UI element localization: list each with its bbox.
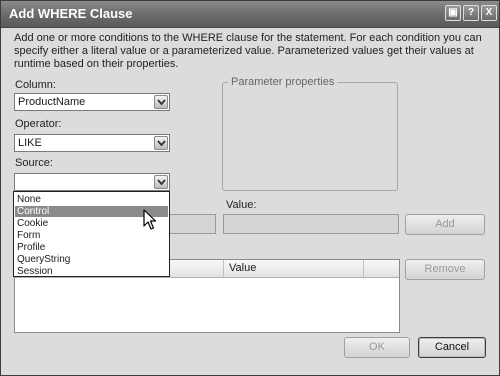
parameter-properties-title: Parameter properties <box>228 76 338 88</box>
column-header-value[interactable]: Value <box>224 260 364 277</box>
restore-button[interactable]: ▣ <box>445 5 461 21</box>
help-button[interactable]: ? <box>463 5 479 21</box>
operator-combo[interactable]: LIKE <box>14 134 170 152</box>
source-combo[interactable] <box>14 173 170 191</box>
value-field[interactable] <box>223 214 399 234</box>
column-value: ProductName <box>18 96 86 108</box>
chevron-down-icon[interactable] <box>154 136 168 150</box>
intro-text: Add one or more conditions to the WHERE … <box>14 32 482 70</box>
cancel-button[interactable]: Cancel <box>418 337 486 358</box>
window-title: Add WHERE Clause <box>9 6 133 21</box>
source-option-querystring[interactable]: QueryString <box>15 254 168 265</box>
operator-value: LIKE <box>18 137 42 149</box>
chevron-down-icon[interactable] <box>154 95 168 109</box>
add-button[interactable]: Add <box>405 214 485 235</box>
source-option-none[interactable]: None <box>15 194 168 205</box>
ok-button[interactable]: OK <box>344 337 410 358</box>
remove-button[interactable]: Remove <box>405 259 485 280</box>
source-option-session[interactable]: Session <box>15 266 168 277</box>
title-bar: Add WHERE Clause ▣ ? X <box>1 1 499 28</box>
close-button[interactable]: X <box>481 5 497 21</box>
operator-label: Operator: <box>15 118 62 130</box>
mouse-pointer-icon <box>143 209 157 234</box>
value-label: Value: <box>226 199 257 211</box>
column-label: Column: <box>15 79 56 91</box>
column-combo[interactable]: ProductName <box>14 93 170 111</box>
chevron-down-icon[interactable] <box>154 175 168 189</box>
source-label: Source: <box>15 157 53 169</box>
parameter-properties-group <box>222 82 398 191</box>
source-dropdown-list[interactable]: None Control Cookie Form Profile QuerySt… <box>13 191 170 277</box>
source-option-profile[interactable]: Profile <box>15 242 168 253</box>
